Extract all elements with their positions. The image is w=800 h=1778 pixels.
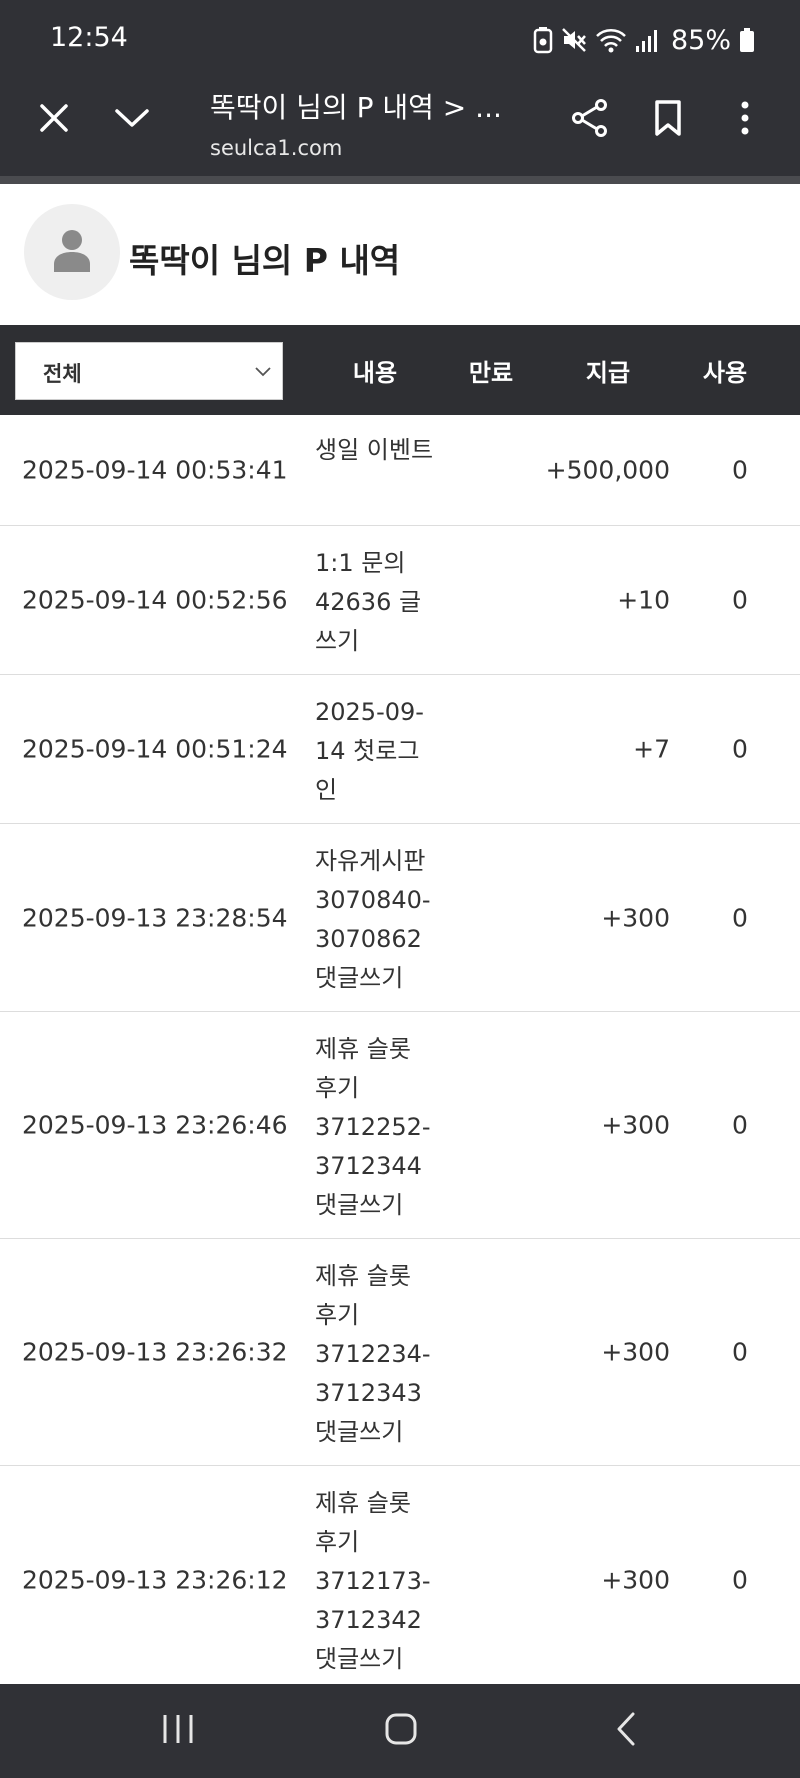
bookmark-button[interactable]	[638, 90, 698, 150]
cell-used: 0	[732, 455, 748, 485]
table-row: 2025-09-13 23:26:46 제휴 슬롯 후기 3712252-371…	[0, 1012, 800, 1239]
cell-grant: +300	[601, 1110, 670, 1140]
cell-used: 0	[732, 1110, 748, 1140]
cell-used: 0	[732, 1337, 748, 1367]
cell-used: 0	[732, 734, 748, 764]
bookmark-icon	[653, 99, 683, 141]
profile-header: 똑딱이 님의 P 내역	[0, 184, 800, 325]
signal-icon	[635, 26, 661, 54]
cell-date: 2025-09-13 23:26:46	[22, 1110, 288, 1140]
browser-chrome: 12:54 85% 똑딱이 님의 P 내역 > ... seulca1.com	[0, 0, 800, 176]
header-content: 내용	[352, 359, 398, 387]
cell-used: 0	[732, 903, 748, 932]
cell-content: 자유게시판 3070840-3070862 댓글쓰기	[315, 847, 431, 992]
recent-apps-icon	[161, 1713, 195, 1749]
header-used: 사용	[702, 359, 748, 387]
cell-content: 2025-09-14 첫로그인	[315, 698, 424, 804]
cell-content: 제휴 슬롯 후기 3712234-3712343 댓글쓰기	[315, 1262, 431, 1446]
avatar	[24, 204, 120, 300]
cell-grant: +500,000	[545, 455, 670, 485]
more-icon	[739, 100, 751, 140]
close-button[interactable]	[24, 90, 84, 150]
filter-value: 전체	[43, 362, 82, 386]
close-icon	[38, 102, 70, 138]
cell-grant: +10	[617, 585, 670, 615]
back-icon	[614, 1711, 638, 1751]
share-button[interactable]	[560, 90, 620, 150]
home-icon	[384, 1712, 418, 1750]
cell-used: 0	[732, 1565, 748, 1594]
cell-content: 제휴 슬롯 후기 3712173-3712342 댓글쓰기	[315, 1489, 431, 1673]
share-icon	[570, 98, 610, 142]
chevron-down-icon	[254, 363, 272, 382]
page-title[interactable]: 똑딱이 님의 P 내역 > ...	[210, 86, 510, 126]
status-bar: 12:54 85%	[0, 0, 800, 80]
more-button[interactable]	[715, 90, 775, 150]
cell-date: 2025-09-14 00:52:56	[22, 585, 288, 615]
status-icons: 85%	[533, 22, 755, 58]
chevron-down-icon	[114, 106, 150, 134]
cell-used: 0	[732, 585, 748, 615]
page-domain[interactable]: seulca1.com	[210, 136, 342, 160]
toolbar-divider	[0, 176, 800, 184]
points-table-body: 2025-09-14 00:53:41 생일 이벤트 +500,000 0 20…	[0, 415, 800, 1693]
cell-content: 생일 이벤트	[315, 436, 434, 464]
back-button[interactable]	[596, 1701, 656, 1761]
filter-select[interactable]: 전체	[15, 342, 283, 400]
table-row: 2025-09-13 23:28:54 자유게시판 3070840-307086…	[0, 824, 800, 1012]
status-time: 12:54	[50, 22, 128, 53]
cell-content: 1:1 문의 42636 글쓰기	[315, 549, 422, 655]
cell-grant: +300	[601, 1565, 670, 1594]
header-grant: 지급	[585, 359, 631, 387]
cell-date: 2025-09-13 23:26:32	[22, 1337, 288, 1367]
cell-grant: +7	[633, 734, 670, 764]
table-row: 2025-09-13 23:26:12 제휴 슬롯 후기 3712173-371…	[0, 1466, 800, 1693]
table-row: 2025-09-14 00:51:24 2025-09-14 첫로그인 +7 0	[0, 675, 800, 824]
recent-apps-button[interactable]	[148, 1701, 208, 1761]
user-icon	[52, 228, 92, 276]
cell-date: 2025-09-13 23:28:54	[22, 903, 288, 932]
browser-toolbar: 똑딱이 님의 P 내역 > ... seulca1.com	[0, 80, 800, 176]
battery-percent: 85%	[670, 24, 731, 56]
table-header: 전체 내용 만료 지급 사용	[0, 325, 800, 415]
profile-title: 똑딱이 님의 P 내역	[129, 241, 401, 280]
navigation-bar	[0, 1684, 800, 1778]
table-row: 2025-09-13 23:26:32 제휴 슬롯 후기 3712234-371…	[0, 1239, 800, 1466]
cell-date: 2025-09-13 23:26:12	[22, 1565, 288, 1594]
home-button[interactable]	[371, 1701, 431, 1761]
cell-content: 제휴 슬롯 후기 3712252-3712344 댓글쓰기	[315, 1035, 431, 1219]
battery-saver-icon	[533, 26, 553, 54]
cell-date: 2025-09-14 00:51:24	[22, 734, 288, 764]
battery-icon	[739, 26, 755, 54]
wifi-icon	[595, 26, 627, 54]
cell-grant: +300	[601, 903, 670, 932]
table-row: 2025-09-14 00:53:41 생일 이벤트 +500,000 0	[0, 415, 800, 526]
cell-date: 2025-09-14 00:53:41	[22, 455, 288, 485]
mute-icon	[561, 26, 587, 54]
cell-grant: +300	[601, 1337, 670, 1367]
collapse-button[interactable]	[102, 90, 162, 150]
table-row: 2025-09-14 00:52:56 1:1 문의 42636 글쓰기 +10…	[0, 526, 800, 675]
header-expiry: 만료	[468, 359, 514, 387]
